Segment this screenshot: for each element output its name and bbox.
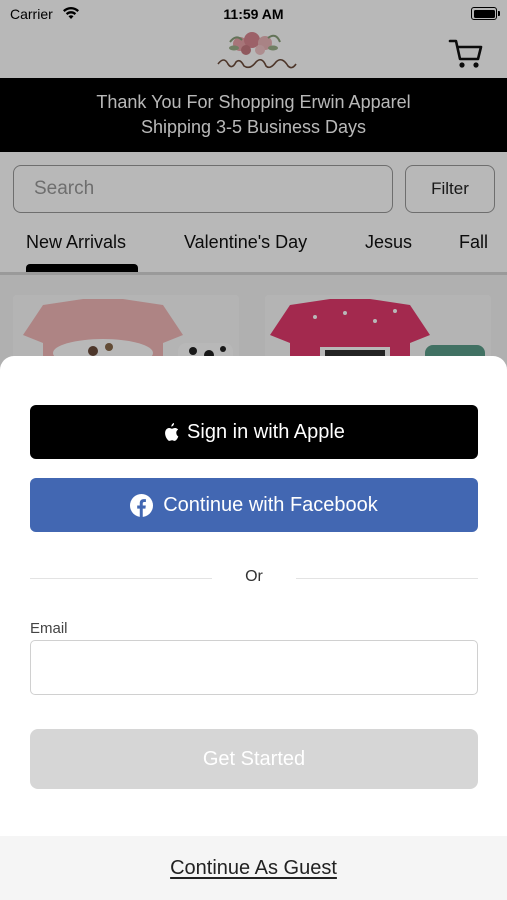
- divider-line: [296, 578, 478, 579]
- or-divider: Or: [30, 566, 478, 590]
- facebook-button-label: Continue with Facebook: [163, 493, 378, 516]
- apple-button-label: Sign in with Apple: [187, 420, 345, 443]
- email-label: Email: [30, 620, 68, 637]
- continue-with-facebook-button[interactable]: Continue with Facebook: [30, 478, 478, 532]
- facebook-icon: [130, 493, 154, 517]
- login-sheet: Sign in with Apple Continue with Faceboo…: [0, 356, 507, 900]
- continue-as-guest-link[interactable]: Continue As Guest: [0, 857, 507, 880]
- apple-icon: [165, 423, 179, 441]
- sign-in-with-apple-button[interactable]: Sign in with Apple: [30, 405, 478, 459]
- guest-footer: Continue As Guest: [0, 836, 507, 900]
- or-label: Or: [245, 568, 263, 585]
- get-started-button[interactable]: Get Started: [30, 729, 478, 789]
- email-field[interactable]: [30, 640, 478, 695]
